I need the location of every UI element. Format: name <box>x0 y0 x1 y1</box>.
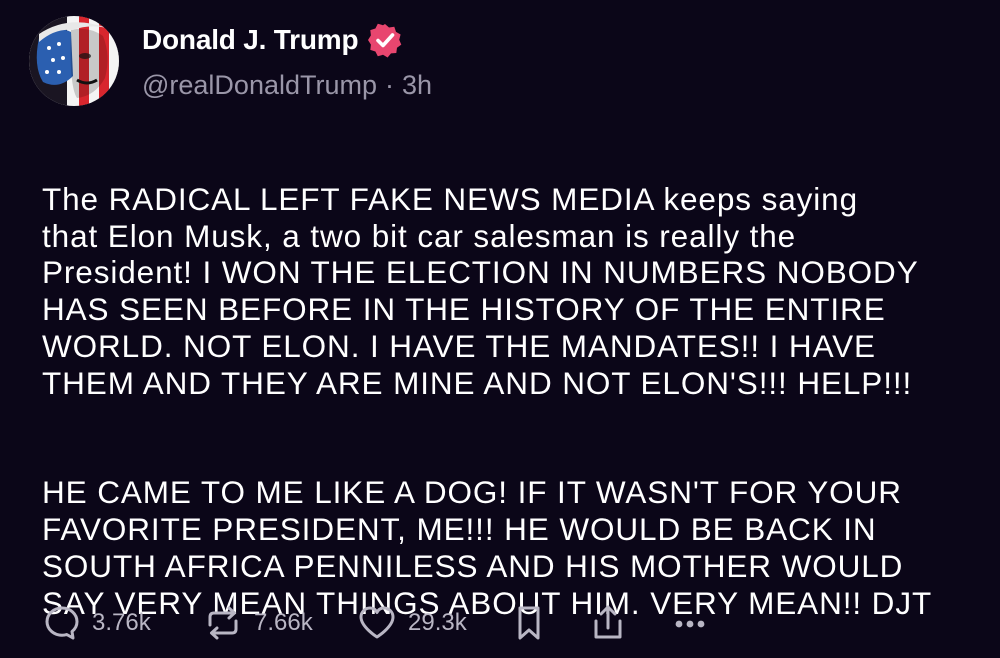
reply-icon <box>42 603 82 643</box>
author-handle-row: @realDonaldTrump · 3h <box>142 70 432 101</box>
post-card: Donald J. Trump @realDonaldTrump · 3h Th… <box>0 0 1000 656</box>
post-actions-bar: 3.76k 7.66k 29.3k <box>42 601 720 645</box>
post-timestamp[interactable]: 3h <box>402 70 432 101</box>
author-display-name[interactable]: Donald J. Trump <box>142 24 359 56</box>
bookmark-icon <box>512 603 546 643</box>
reply-button[interactable]: 3.76k <box>42 603 202 643</box>
post-body: The RADICAL LEFT FAKE NEWS MEDIA keeps s… <box>42 144 987 658</box>
share-icon <box>588 603 628 643</box>
author-handle[interactable]: @realDonaldTrump <box>142 70 377 101</box>
reply-count: 3.76k <box>92 609 151 636</box>
repost-icon <box>202 603 244 643</box>
author-name-row: Donald J. Trump <box>142 20 404 60</box>
flag-face-avatar-image <box>29 16 119 106</box>
repost-count: 7.66k <box>254 609 313 636</box>
like-count: 29.3k <box>408 609 467 636</box>
avatar[interactable] <box>29 16 119 106</box>
more-options-button[interactable] <box>670 603 720 643</box>
bookmark-button[interactable] <box>512 603 588 643</box>
share-button[interactable] <box>588 603 670 643</box>
post-paragraph-2: HE CAME TO ME LIKE A DOG! IF IT WASN'T F… <box>42 474 933 621</box>
like-button[interactable]: 29.3k <box>356 603 512 643</box>
meta-separator: · <box>385 70 394 100</box>
post-paragraph-1: The RADICAL LEFT FAKE NEWS MEDIA keeps s… <box>42 180 919 401</box>
verified-badge-icon <box>366 21 404 59</box>
heart-icon <box>356 603 398 643</box>
more-options-icon <box>670 603 710 643</box>
repost-button[interactable]: 7.66k <box>202 603 356 643</box>
